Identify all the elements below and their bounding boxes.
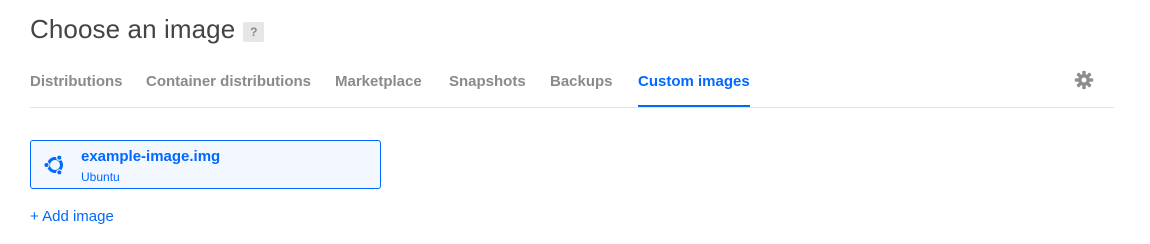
tab-distributions[interactable]: Distributions [30,73,123,107]
page-title: Choose an image [30,14,236,44]
choose-image-panel: Choose an image ? Distributions Containe… [0,0,1150,244]
add-image-link[interactable]: + Add image [30,208,114,225]
help-badge[interactable]: ? [243,21,265,42]
tab-custom-images[interactable]: Custom images [638,73,750,107]
image-name: example-image.img [81,148,221,165]
tab-backups[interactable]: Backups [550,73,613,107]
image-card[interactable]: example-image.img Ubuntu [30,140,381,189]
image-os-label: Ubuntu [81,170,120,184]
title-row: Choose an image ? [30,14,265,45]
gear-icon[interactable] [1074,70,1094,90]
tab-marketplace[interactable]: Marketplace [335,73,422,107]
image-tabs: Distributions Container distributions Ma… [30,60,1114,108]
tab-container-distributions[interactable]: Container distributions [146,73,311,107]
ubuntu-icon [43,154,63,176]
tab-snapshots[interactable]: Snapshots [449,73,526,107]
